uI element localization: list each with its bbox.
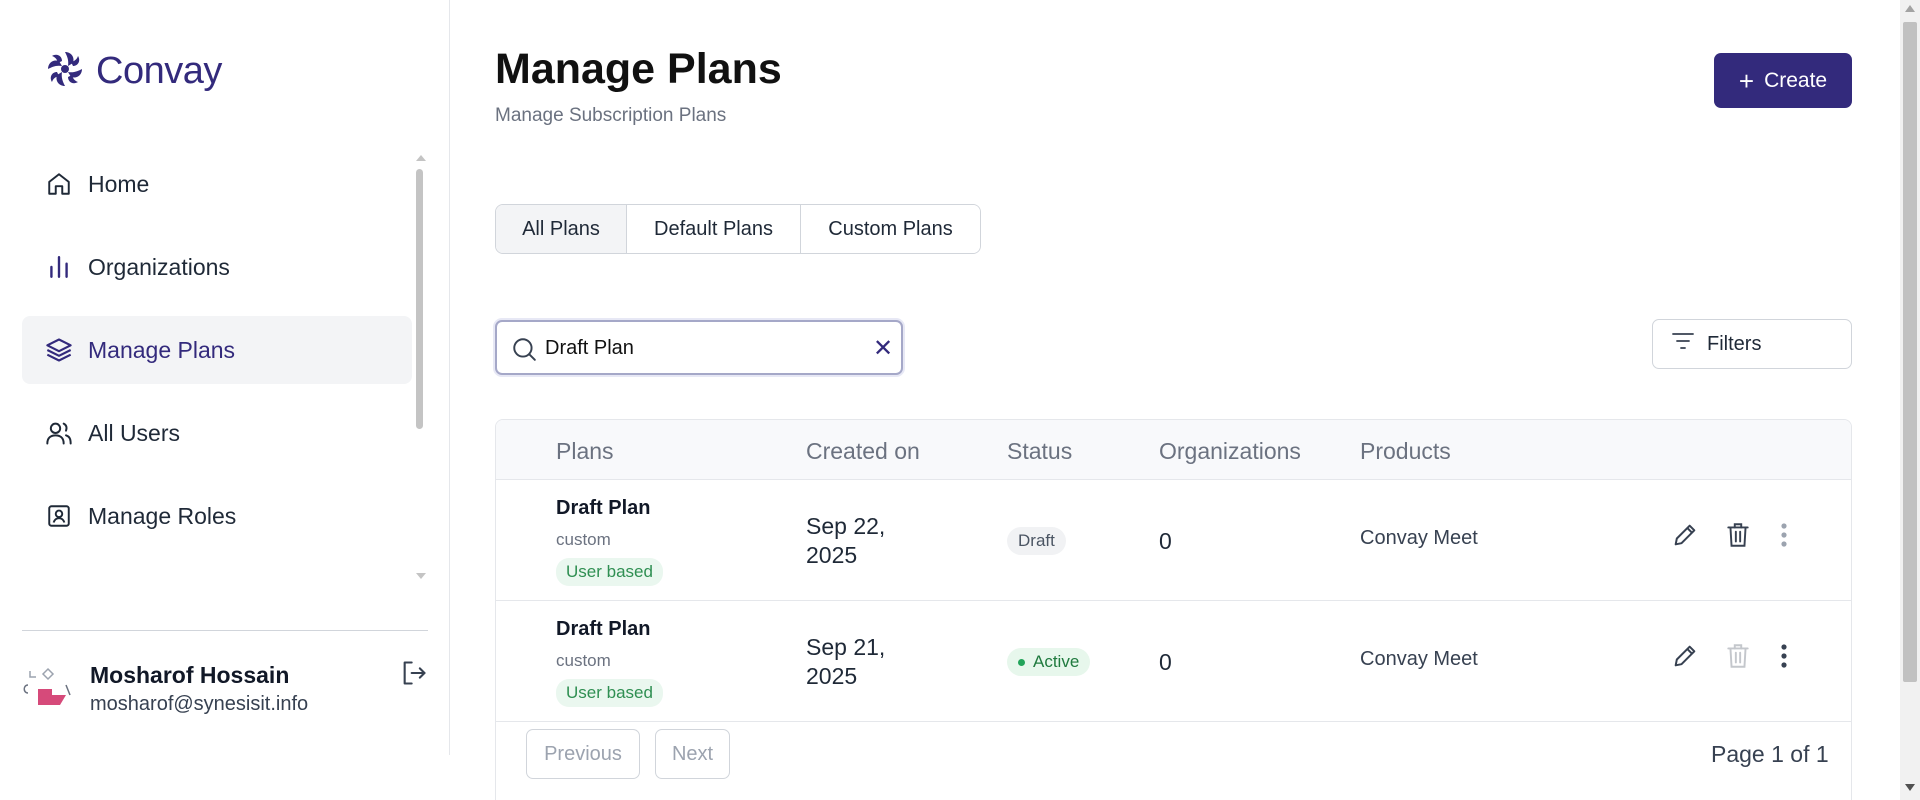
column-header-created-on[interactable]: Created on [806,438,920,465]
sidebar-item-label: Manage Plans [88,336,236,363]
status-text: Draft [1018,531,1055,550]
scroll-down-arrow-icon[interactable] [1905,784,1915,791]
home-icon [44,169,74,199]
more-options-icon[interactable] [1768,640,1800,672]
bar-chart-icon [44,252,74,282]
sidebar-scroll-thumb[interactable] [416,169,423,429]
plan-name[interactable]: Draft Plan [556,618,663,641]
column-header-status[interactable]: Status [1007,438,1072,465]
organizations-count: 0 [1159,649,1172,675]
column-header-organizations[interactable]: Organizations [1159,438,1301,465]
more-options-icon[interactable] [1768,519,1800,551]
user-profile: Mosharof Hossain mosharof@synesisit.info [22,655,432,715]
user-name: Mosharof Hossain [90,662,290,688]
filters-button[interactable]: Filters [1652,319,1852,369]
delete-icon [1722,640,1754,672]
page-info: Page 1 of 1 [1711,741,1829,767]
status-badge: Draft [1007,527,1066,555]
scroll-up-arrow-icon[interactable] [1905,5,1915,12]
column-header-products[interactable]: Products [1360,438,1451,465]
page-title: Manage Plans [495,45,782,93]
sidebar-item-label: All Users [88,419,181,446]
tab-custom-plans[interactable]: Custom Plans [801,205,980,253]
convay-logo-icon [44,48,86,95]
delete-icon[interactable] [1722,519,1754,551]
edit-icon[interactable] [1669,519,1701,551]
tab-default-plans[interactable]: Default Plans [627,205,801,253]
page-scrollbar[interactable] [1900,0,1920,800]
sidebar-item-label: Organizations [88,253,230,280]
layers-icon [44,335,74,365]
sidebar-nav: Home Organizations Manage Plans All User… [22,150,412,565]
table-row[interactable]: Draft Plan custom User based Sep 22, 202… [496,480,1851,601]
filters-label: Filters [1707,332,1762,355]
products-value: Convay Meet [1360,527,1478,549]
search-input[interactable] [545,332,845,364]
column-header-plans[interactable]: Plans [556,438,614,465]
sidebar-item-label: Home [88,170,150,197]
tab-all-plans[interactable]: All Plans [496,205,627,253]
page-scroll-thumb[interactable] [1903,22,1917,682]
next-button[interactable]: Next [655,729,730,779]
plan-name[interactable]: Draft Plan [556,497,663,520]
create-button[interactable]: + Create [1714,53,1852,108]
plan-cell: Draft Plan custom User based [556,497,663,586]
table-row[interactable]: Draft Plan custom User based Sep 21, 202… [496,601,1851,722]
search-box: ✕ [495,320,903,375]
plan-tabs: All Plans Default Plans Custom Plans [495,204,981,254]
plan-type: custom [556,651,611,670]
created-date: Sep 21, 2025 [806,634,886,689]
create-button-label: Create [1764,68,1828,92]
status-cell: Active [1007,648,1091,676]
search-icon [511,336,537,362]
table-header: Plans Created on Status Organizations Pr… [496,420,1851,480]
status-text: Active [1033,652,1080,671]
avatar [22,665,76,713]
scroll-down-arrow-icon[interactable] [416,573,426,579]
sidebar-item-all-users[interactable]: All Users [22,399,412,467]
status-badge: Active [1007,648,1091,676]
plan-badge: User based [556,558,663,586]
plan-cell: Draft Plan custom User based [556,618,663,707]
plan-badge: User based [556,679,663,707]
plans-table: Plans Created on Status Organizations Pr… [495,419,1852,800]
logo[interactable]: Convay [44,48,222,95]
created-date: Sep 22, 2025 [806,513,886,568]
divider [22,630,428,631]
user-email: mosharof@synesisit.info [90,693,309,715]
edit-icon[interactable] [1669,640,1701,672]
scroll-up-arrow-icon[interactable] [416,155,426,161]
sidebar-item-home[interactable]: Home [22,150,412,218]
logout-icon[interactable] [400,659,430,689]
organizations-count: 0 [1159,528,1172,554]
clear-search-icon[interactable]: ✕ [869,334,897,362]
plan-type: custom [556,530,611,549]
logo-text: Convay [96,50,222,92]
page-subtitle: Manage Subscription Plans [495,105,727,126]
products-value: Convay Meet [1360,648,1478,670]
sidebar-item-manage-plans[interactable]: Manage Plans [22,316,412,384]
sidebar-item-organizations[interactable]: Organizations [22,233,412,301]
sidebar-item-manage-roles[interactable]: Manage Roles [22,482,412,550]
sidebar: Convay Home Organizations Manage Plans A… [0,0,450,755]
filter-icon [1671,331,1695,357]
status-cell: Draft [1007,527,1066,555]
status-dot-icon [1018,658,1025,666]
previous-button[interactable]: Previous [526,729,640,779]
users-icon [44,418,74,448]
pagination: Previous Next Page 1 of 1 [496,723,1851,800]
sidebar-scrollbar[interactable] [416,155,426,579]
main-content: Manage Plans Manage Subscription Plans +… [450,0,1900,800]
plus-icon: + [1738,65,1755,96]
sidebar-item-label: Manage Roles [88,502,237,529]
id-card-icon [44,501,74,531]
